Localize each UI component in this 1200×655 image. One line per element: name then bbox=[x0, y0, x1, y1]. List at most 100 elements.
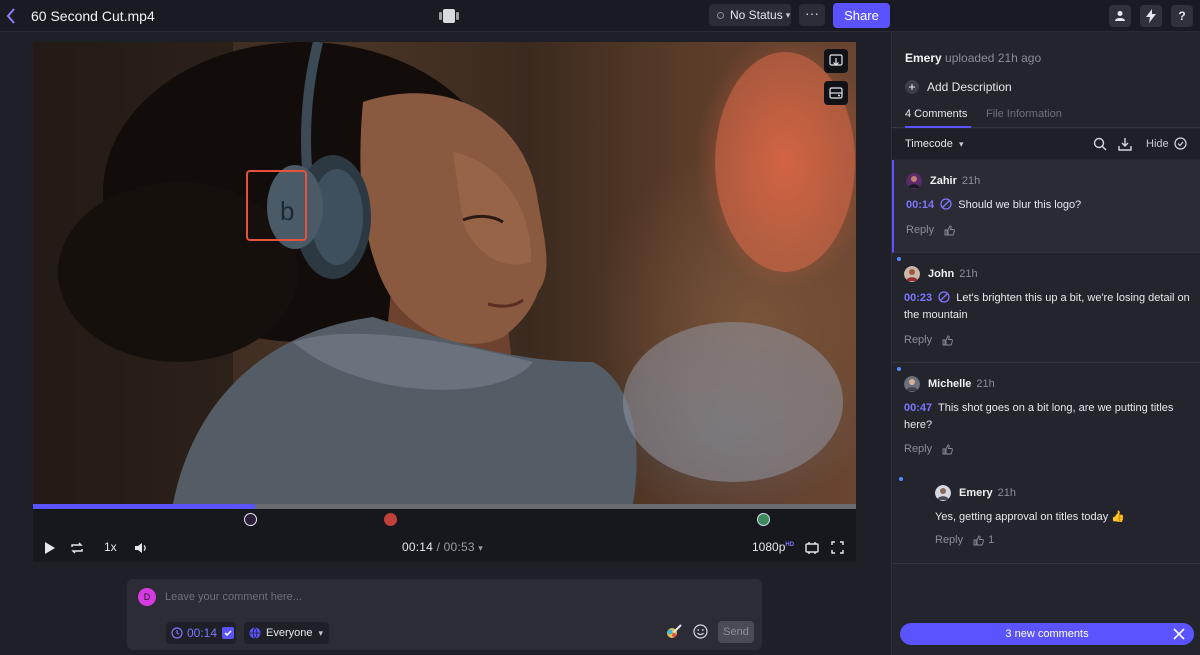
video-still-image: b bbox=[33, 42, 855, 504]
comment-item[interactable]: John 21h 00:23 Let's brighten this up a … bbox=[892, 253, 1200, 363]
comment-body: 00:47 This shot goes on a bit long, are … bbox=[904, 400, 1194, 434]
loop-icon[interactable] bbox=[70, 541, 84, 555]
comment-text: This shot goes on a bit long, are we put… bbox=[904, 402, 1174, 431]
new-comments-label: 3 new comments bbox=[1005, 628, 1089, 640]
safe-zones-icon[interactable] bbox=[805, 541, 819, 555]
timecode-toggle[interactable]: 00:14 bbox=[166, 622, 236, 644]
top-bar: 60 Second Cut.mp4 No Status ▾ ··· Share … bbox=[0, 0, 1200, 32]
annotation-rectangle[interactable] bbox=[246, 170, 307, 241]
status-label: No Status bbox=[730, 8, 783, 22]
emoji-icon[interactable] bbox=[693, 624, 708, 639]
comment-time: 21h bbox=[959, 268, 978, 280]
like-count: 1 bbox=[988, 534, 995, 546]
comment-time: 21h bbox=[961, 175, 981, 187]
tab-file-information[interactable]: File Information bbox=[986, 108, 1062, 120]
compare-view-button[interactable] bbox=[824, 81, 848, 105]
checkbox-checked-icon bbox=[222, 627, 235, 639]
comment-header: Emery 21h bbox=[935, 485, 1016, 501]
avatar bbox=[904, 376, 920, 392]
comment-body: 00:14 Should we blur this logo? bbox=[906, 197, 1196, 214]
reply-button[interactable]: Reply bbox=[906, 224, 934, 236]
help-button[interactable]: ? bbox=[1171, 5, 1193, 27]
current-time: 00:14 bbox=[402, 540, 434, 554]
comment-input[interactable] bbox=[165, 587, 725, 607]
comment-text: Should we blur this logo? bbox=[958, 199, 1082, 211]
play-icon[interactable] bbox=[44, 541, 56, 555]
playback-rate[interactable]: 1x bbox=[104, 540, 117, 554]
reply-button[interactable]: Reply bbox=[935, 534, 963, 546]
sort-dropdown[interactable]: Timecode ▾ bbox=[905, 138, 963, 150]
avatar: D bbox=[138, 588, 156, 606]
comment-timecode[interactable]: 00:23 bbox=[904, 292, 932, 304]
share-button[interactable]: Share bbox=[833, 3, 890, 28]
search-icon[interactable] bbox=[1093, 137, 1107, 151]
tab-comments[interactable]: 4 Comments bbox=[905, 108, 967, 120]
avatar bbox=[906, 173, 922, 189]
comment-timecode[interactable]: 00:47 bbox=[904, 402, 932, 414]
comments-panel: Emery uploaded 21h ago + Add Description… bbox=[891, 32, 1200, 655]
send-button[interactable]: Send bbox=[718, 621, 754, 643]
hide-label: Hide bbox=[1146, 137, 1169, 150]
add-description-label: Add Description bbox=[927, 80, 1012, 94]
panel-tabs: 4 Comments File Information bbox=[892, 104, 1200, 128]
comment-marker-zahir[interactable] bbox=[244, 513, 258, 526]
back-arrow-icon[interactable] bbox=[4, 6, 18, 26]
comment-body: 00:23 Let's brighten this up a bit, we'r… bbox=[904, 290, 1194, 324]
comment-marker-michelle[interactable] bbox=[756, 513, 770, 526]
annotate-brush-icon[interactable] bbox=[666, 624, 682, 640]
status-dropdown[interactable]: No Status ▾ bbox=[709, 4, 791, 26]
more-options-button[interactable]: ··· bbox=[799, 4, 825, 26]
globe-icon bbox=[249, 627, 261, 639]
comment-author: John bbox=[928, 268, 955, 280]
resolution-selector[interactable]: 1080pHD bbox=[752, 540, 794, 554]
comment-header: Michelle 21h bbox=[904, 376, 995, 392]
time-separator: / bbox=[436, 540, 441, 554]
thumbs-up-icon bbox=[942, 335, 953, 345]
chevron-down-icon: ▾ bbox=[958, 139, 964, 149]
resolution-label: 1080p bbox=[752, 540, 786, 554]
like-button[interactable] bbox=[942, 444, 957, 455]
plus-icon: + bbox=[905, 80, 919, 94]
comment-toolbar: Timecode ▾ Hide bbox=[892, 129, 1200, 159]
fullscreen-icon[interactable] bbox=[831, 541, 844, 554]
comment-body: Yes, getting approval on titles today 👍 bbox=[935, 509, 1195, 526]
download-icon bbox=[829, 54, 843, 66]
uploader-info: Emery uploaded 21h ago bbox=[905, 51, 1041, 65]
comment-timecode[interactable]: 00:14 bbox=[906, 199, 934, 211]
comment-marker-john[interactable] bbox=[384, 513, 398, 526]
like-button[interactable] bbox=[942, 335, 957, 346]
progress-fill bbox=[33, 504, 256, 509]
reply-button[interactable]: Reply bbox=[904, 443, 932, 455]
reply-button[interactable]: Reply bbox=[904, 334, 932, 346]
download-frame-button[interactable] bbox=[824, 49, 848, 73]
avatar bbox=[935, 485, 951, 501]
video-frame[interactable]: b bbox=[33, 42, 856, 504]
download-icon[interactable] bbox=[1118, 137, 1132, 151]
comment-time: 21h bbox=[997, 487, 1016, 499]
comment-item[interactable]: Zahir 21h 00:14 Should we blur this logo… bbox=[892, 160, 1200, 253]
volume-icon[interactable] bbox=[134, 541, 148, 555]
like-button[interactable]: 1 bbox=[973, 534, 994, 546]
active-tab-indicator bbox=[905, 126, 971, 128]
new-comments-banner[interactable]: 3 new comments bbox=[900, 623, 1194, 645]
unread-dot bbox=[897, 257, 901, 261]
integrations-button[interactable] bbox=[1140, 5, 1162, 27]
chevron-down-icon: ▾ bbox=[318, 627, 324, 638]
reply-item[interactable]: Emery 21h Yes, getting approval on title… bbox=[892, 472, 1200, 564]
visibility-dropdown[interactable]: Everyone ▾ bbox=[244, 622, 329, 644]
hide-comments-toggle[interactable]: Hide bbox=[1146, 137, 1187, 150]
player-controls: 1x 00:14 / 00:53 ▾ 1080pHD bbox=[33, 534, 856, 562]
thumbs-up-icon bbox=[973, 535, 984, 545]
account-button[interactable] bbox=[1109, 5, 1131, 27]
version-stack-icon[interactable] bbox=[438, 8, 460, 24]
progress-bar[interactable] bbox=[33, 504, 856, 509]
comment-actions: Reply 1 bbox=[935, 534, 994, 546]
add-description-button[interactable]: + Add Description bbox=[905, 80, 1012, 94]
comment-time: 21h bbox=[976, 378, 995, 390]
timecode-display[interactable]: 00:14 / 00:53 ▾ bbox=[402, 540, 483, 554]
comment-item[interactable]: Michelle 21h 00:47 This shot goes on a b… bbox=[892, 363, 1200, 472]
annotation-icon bbox=[938, 291, 950, 303]
close-icon[interactable] bbox=[1172, 627, 1186, 641]
chevron-down-icon: ▾ bbox=[785, 9, 791, 20]
like-button[interactable] bbox=[944, 225, 959, 236]
